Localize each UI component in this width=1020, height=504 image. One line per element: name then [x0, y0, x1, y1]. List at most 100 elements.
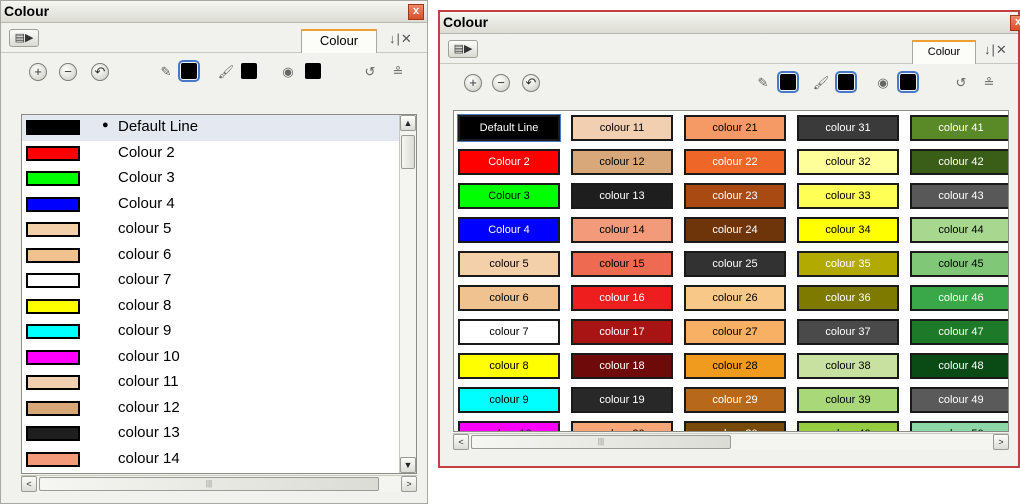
scroll-right-button[interactable]: > — [401, 476, 417, 492]
colour-swatch-cell[interactable]: colour 13 — [571, 183, 673, 209]
colour-swatch-cell[interactable]: colour 46 — [910, 285, 1008, 311]
panel-menu-button[interactable]: ▤▶ — [448, 40, 478, 58]
tab-colour[interactable]: Colour — [912, 40, 976, 64]
colour-swatch-cell[interactable]: colour 25 — [684, 251, 786, 277]
colour-swatch-cell[interactable]: colour 33 — [797, 183, 899, 209]
brush-icon[interactable]: 🖌 — [217, 63, 235, 81]
remove-colour-button[interactable]: − — [59, 63, 77, 81]
colour-swatch-cell[interactable]: colour 19 — [571, 387, 673, 413]
colour-swatch-cell[interactable]: colour 18 — [571, 353, 673, 379]
list-item[interactable]: Colour 2 — [22, 141, 416, 167]
list-item[interactable]: colour 7 — [22, 268, 416, 294]
colour-swatch-cell[interactable]: colour 22 — [684, 149, 786, 175]
brush-swatch[interactable] — [241, 63, 257, 79]
clone-colour-button[interactable]: ↶ — [91, 63, 109, 81]
brush-swatch[interactable] — [835, 71, 857, 93]
colour-swatch-cell[interactable]: colour 42 — [910, 149, 1008, 175]
colour-swatch-cell[interactable]: colour 49 — [910, 387, 1008, 413]
colour-swatch-cell[interactable]: Colour 4 — [458, 217, 560, 243]
list-item[interactable]: colour 10 — [22, 345, 416, 371]
reset-icon[interactable]: ↺ — [361, 63, 379, 81]
colour-swatch-cell[interactable]: Default Line — [457, 114, 561, 142]
colour-swatch-cell[interactable]: colour 35 — [797, 251, 899, 277]
clone-colour-button[interactable]: ↶ — [522, 74, 540, 92]
close-button[interactable]: x — [408, 4, 424, 20]
swatch-grid[interactable]: Default Line colour 11 colour 21 colour 31 c… — [453, 110, 1009, 432]
colour-swatch-cell[interactable]: colour 39 — [797, 387, 899, 413]
list-item[interactable]: colour 5 — [22, 217, 416, 243]
colour-swatch-cell[interactable]: colour 37 — [797, 319, 899, 345]
paint-bucket-icon[interactable]: ◉ — [874, 74, 892, 92]
scroll-left-button[interactable]: < — [453, 434, 469, 450]
pencil-icon[interactable]: ✎ — [157, 63, 175, 81]
remove-colour-button[interactable]: − — [492, 74, 510, 92]
list-item[interactable]: Colour 3 — [22, 166, 416, 192]
paint-bucket-icon[interactable]: ◉ — [279, 63, 297, 81]
close-button[interactable]: x — [1010, 15, 1020, 31]
scroll-thumb-horizontal[interactable]: ||| — [471, 435, 731, 449]
colour-swatch-cell[interactable]: colour 41 — [910, 115, 1008, 141]
add-colour-button[interactable]: + — [29, 63, 47, 81]
colour-swatch-cell[interactable]: colour 47 — [910, 319, 1008, 345]
colour-swatch-cell[interactable]: colour 6 — [458, 285, 560, 311]
pencil-swatch[interactable] — [777, 71, 799, 93]
scroll-thumb-horizontal[interactable]: ||| — [39, 477, 379, 491]
list-item[interactable]: colour 6 — [22, 243, 416, 269]
colour-swatch-cell[interactable]: colour 5 — [458, 251, 560, 277]
colour-swatch-cell[interactable]: colour 29 — [684, 387, 786, 413]
colour-swatch-cell[interactable]: colour 20 — [571, 421, 673, 431]
colour-swatch-cell[interactable]: colour 50 — [910, 421, 1008, 431]
list-item[interactable]: colour 9 — [22, 319, 416, 345]
scroll-down-button[interactable]: ▼ — [400, 457, 416, 473]
list-item[interactable]: colour 14 — [22, 447, 416, 473]
colour-swatch-cell[interactable]: colour 36 — [797, 285, 899, 311]
paint-swatch[interactable] — [305, 63, 321, 79]
horizontal-scrollbar[interactable]: < ||| > — [21, 475, 417, 492]
colour-swatch-cell[interactable]: colour 14 — [571, 217, 673, 243]
colour-swatch-cell[interactable]: colour 31 — [797, 115, 899, 141]
list-item[interactable]: colour 12 — [22, 396, 416, 422]
colour-swatch-cell[interactable]: colour 40 — [797, 421, 899, 431]
colour-swatch-cell[interactable]: colour 43 — [910, 183, 1008, 209]
colour-swatch-cell[interactable]: colour 38 — [797, 353, 899, 379]
colour-swatch-cell[interactable]: colour 26 — [684, 285, 786, 311]
colour-swatch-cell[interactable]: Colour 2 — [458, 149, 560, 175]
panel-menu-button[interactable]: ▤▶ — [9, 29, 39, 47]
horizontal-scrollbar[interactable]: < ||| > — [453, 433, 1009, 450]
colour-swatch-cell[interactable]: colour 28 — [684, 353, 786, 379]
scroll-up-button[interactable]: ▲ — [400, 115, 416, 131]
colour-list[interactable]: ● Default Line Colour 2 Colour 3 Colour 4 col… — [21, 114, 417, 474]
colour-swatch-cell[interactable]: colour 27 — [684, 319, 786, 345]
colour-swatch-cell[interactable]: colour 9 — [458, 387, 560, 413]
colour-swatch-cell[interactable]: colour 44 — [910, 217, 1008, 243]
reset-icon[interactable]: ↺ — [952, 74, 970, 92]
scroll-thumb[interactable] — [401, 135, 415, 169]
colour-swatch-cell[interactable]: colour 34 — [797, 217, 899, 243]
colour-swatch-cell[interactable]: colour 15 — [571, 251, 673, 277]
colour-swatch-cell[interactable]: colour 8 — [458, 353, 560, 379]
list-item[interactable]: colour 13 — [22, 421, 416, 447]
colour-swatch-cell[interactable]: colour 23 — [684, 183, 786, 209]
colour-swatch-cell[interactable]: colour 16 — [571, 285, 673, 311]
paint-swatch[interactable] — [897, 71, 919, 93]
colour-swatch-cell[interactable]: colour 32 — [797, 149, 899, 175]
colour-swatch-cell[interactable]: colour 17 — [571, 319, 673, 345]
colour-swatch-cell[interactable]: colour 10 — [458, 421, 560, 431]
colour-swatch-cell[interactable]: colour 21 — [684, 115, 786, 141]
list-item[interactable]: colour 8 — [22, 294, 416, 320]
colour-swatch-cell[interactable]: colour 12 — [571, 149, 673, 175]
colour-swatch-cell[interactable]: Colour 3 — [458, 183, 560, 209]
scroll-right-button[interactable]: > — [993, 434, 1009, 450]
list-item[interactable]: colour 11 — [22, 370, 416, 396]
colour-swatch-cell[interactable]: colour 11 — [571, 115, 673, 141]
colour-swatch-cell[interactable]: colour 7 — [458, 319, 560, 345]
tab-colour[interactable]: Colour — [301, 29, 377, 53]
brush-icon[interactable]: 🖌 — [812, 74, 830, 92]
colour-swatch-cell[interactable]: colour 30 — [684, 421, 786, 431]
linkage-icon[interactable]: ≗ — [980, 74, 998, 92]
vertical-scrollbar[interactable]: ▲ ▼ — [399, 115, 416, 473]
add-colour-button[interactable]: + — [464, 74, 482, 92]
linkage-icon[interactable]: ≗ — [389, 63, 407, 81]
list-item[interactable]: ● Default Line — [22, 115, 416, 141]
list-item[interactable]: Colour 4 — [22, 192, 416, 218]
